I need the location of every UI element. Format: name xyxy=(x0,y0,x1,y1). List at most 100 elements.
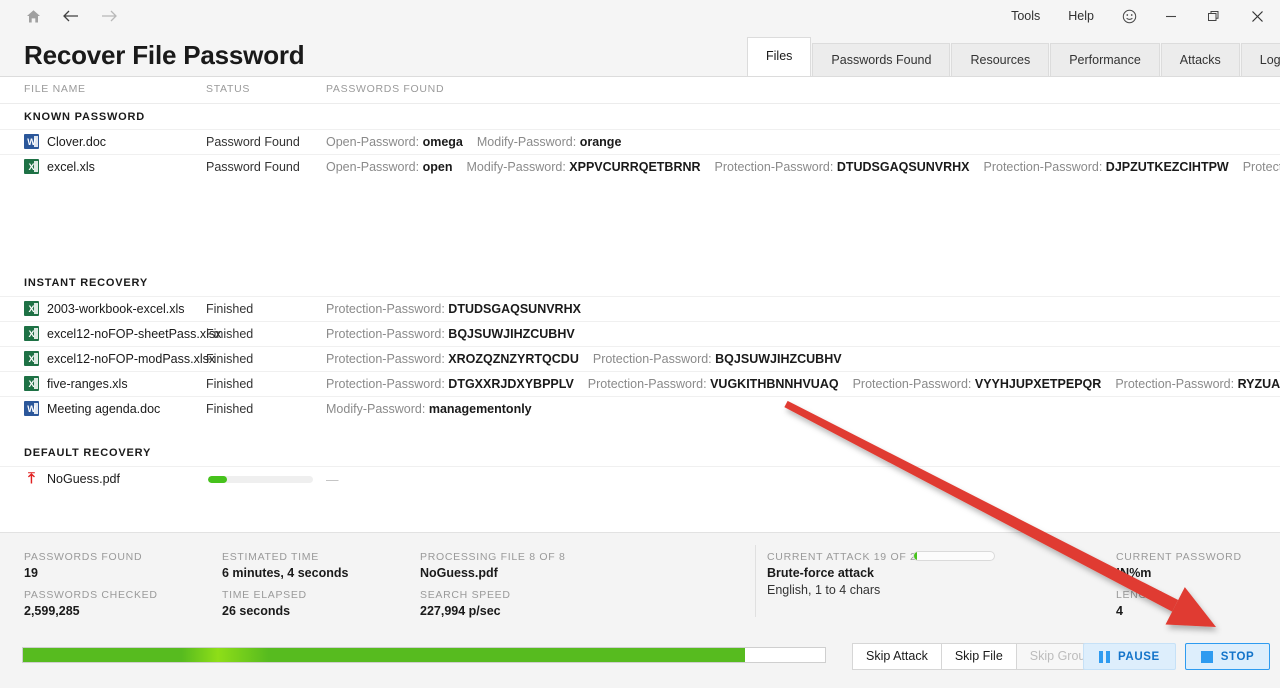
tab-log[interactable]: Log xyxy=(1240,43,1280,76)
file-name-cell: X excel.xls xyxy=(24,159,95,174)
stat-label: ESTIMATED TIME xyxy=(222,551,319,563)
status-cell: Finished xyxy=(206,377,254,391)
stat-value: 6 minutes, 4 seconds xyxy=(222,566,349,580)
table-row[interactable]: X five-ranges.xls Finished Protection-Pa… xyxy=(0,371,1280,397)
stat-processing-file: PROCESSING FILE 8 OF 8 NoGuess.pdf xyxy=(420,551,566,580)
password-label: Modify-Password: xyxy=(466,160,566,174)
column-headers: FILE NAME STATUS PASSWORDS FOUND xyxy=(0,77,1280,104)
file-name-text: 2003-workbook-excel.xls xyxy=(47,301,185,316)
column-header-file-name: FILE NAME xyxy=(24,83,86,95)
stat-value: 2,599,285 xyxy=(24,604,80,618)
word-file-icon: W xyxy=(24,401,39,416)
password-value: BQJSUWJIHZCUBHV xyxy=(715,352,842,366)
stop-button[interactable]: STOP xyxy=(1184,643,1271,670)
status-divider xyxy=(755,545,756,617)
passwords-cell: Open-Password: open Modify-Password: XPPV… xyxy=(326,160,1280,174)
column-header-passwords-found: PASSWORDS FOUND xyxy=(326,83,445,95)
excel-file-icon: X xyxy=(24,376,39,391)
stat-passwords-checked: PASSWORDS CHECKED 2,599,285 xyxy=(24,589,158,618)
password-label: Protection-Password: xyxy=(1242,160,1280,174)
maximize-icon[interactable] xyxy=(1192,0,1234,32)
file-list-panel: FILE NAME STATUS PASSWORDS FOUND KNOWN P… xyxy=(0,76,1280,532)
stat-value: 227,994 p/sec xyxy=(420,604,501,618)
table-row[interactable]: W Meeting agenda.doc Finished Modify-Pas… xyxy=(0,396,1280,422)
password-value: orange xyxy=(579,135,622,149)
password-value: VUGKITHBNNHVUAQ xyxy=(710,377,839,391)
window-actions: Tools Help xyxy=(997,0,1280,32)
back-icon[interactable] xyxy=(52,1,90,31)
stat-passwords-found: PASSWORDS FOUND 19 xyxy=(24,551,142,580)
password-value: DTGXXRJDXYBPPLV xyxy=(448,377,574,391)
minimize-icon[interactable] xyxy=(1150,0,1192,32)
smiley-icon[interactable] xyxy=(1108,0,1150,32)
table-row[interactable]: X excel12-noFOP-modPass.xlsx Finished Pr… xyxy=(0,346,1280,372)
password-label: Protection-Password: xyxy=(714,160,834,174)
empty-password-placeholder: — xyxy=(326,473,339,487)
passwords-cell: Protection-Password: DTUDSGAQSUNVRHX xyxy=(326,302,595,316)
excel-file-icon: X xyxy=(24,159,39,174)
group-title-instant-recovery: INSTANT RECOVERY xyxy=(24,277,149,289)
table-row[interactable]: X excel12-noFOP-sheetPass.xlsx Finished … xyxy=(0,321,1280,347)
status-cell: Finished xyxy=(206,302,254,316)
tab-attacks[interactable]: Attacks xyxy=(1160,43,1240,76)
password-label: Protection-Password: xyxy=(326,352,445,366)
status-cell: Finished xyxy=(206,327,254,341)
file-name-cell: X five-ranges.xls xyxy=(24,376,128,391)
password-value: omega xyxy=(422,135,463,149)
table-row[interactable]: X excel.xls Password Found Open-Password… xyxy=(0,154,1280,180)
stop-icon xyxy=(1200,650,1213,663)
tab-performance[interactable]: Performance xyxy=(1050,43,1160,76)
pause-icon xyxy=(1099,650,1110,663)
file-progress-bar xyxy=(208,476,313,483)
pdf-file-icon: ⤒ xyxy=(28,470,35,487)
stat-label: LENGTH xyxy=(1116,589,1163,601)
table-row[interactable]: X 2003-workbook-excel.xls Finished Prote… xyxy=(0,296,1280,322)
stat-label: PASSWORDS CHECKED xyxy=(24,589,158,601)
tools-menu[interactable]: Tools xyxy=(997,0,1054,32)
excel-file-icon: X xyxy=(24,351,39,366)
status-cell: Finished xyxy=(206,352,254,366)
password-label: Protection-Password: xyxy=(326,377,445,391)
password-value: VYYHJUPXETPEPQR xyxy=(974,377,1102,391)
passwords-cell: Open-Password: omega Modify-Password: ora… xyxy=(326,135,635,149)
tab-files[interactable]: Files xyxy=(747,37,812,76)
skip-file-button[interactable]: Skip File xyxy=(940,643,1017,670)
file-name-text: excel12-noFOP-sheetPass.xlsx xyxy=(47,326,222,341)
stat-value: 26 seconds xyxy=(222,604,291,618)
close-icon[interactable] xyxy=(1234,0,1280,32)
password-value: DJPZUTKEZCIHTPW xyxy=(1105,160,1229,174)
file-name-cell: W Meeting agenda.doc xyxy=(24,401,160,416)
overall-progress-fill xyxy=(23,648,745,662)
password-value: DTUDSGAQSUNVRHX xyxy=(836,160,970,174)
tab-passwords-found[interactable]: Passwords Found xyxy=(812,43,951,76)
password-value: XPPVCURRQETBRNR xyxy=(569,160,701,174)
playback-controls: PAUSE STOP xyxy=(1083,643,1271,670)
password-label: Protection-Password: xyxy=(852,377,972,391)
forward-icon[interactable] xyxy=(90,1,128,31)
stat-value: !N%m xyxy=(1116,566,1152,580)
password-label: Open-Password: xyxy=(326,160,420,174)
password-value: DTUDSGAQSUNVRHX xyxy=(448,302,581,316)
password-label: Modify-Password: xyxy=(326,402,426,416)
password-value: XROZQZNZYRTQCDU xyxy=(448,352,579,366)
stat-value: 19 xyxy=(24,566,38,580)
table-row[interactable]: W Clover.doc Password Found Open-Passwor… xyxy=(0,129,1280,155)
file-progress-fill xyxy=(208,476,227,483)
passwords-cell: Protection-Password: DTGXXRJDXYBPPLV Prot… xyxy=(326,377,1280,391)
table-row[interactable]: ⤒ NoGuess.pdf — xyxy=(0,466,1280,492)
help-menu[interactable]: Help xyxy=(1054,0,1108,32)
stat-value: Brute-force attack xyxy=(767,566,874,580)
password-value: managementonly xyxy=(428,402,532,416)
pause-button[interactable]: PAUSE xyxy=(1083,643,1176,670)
status-cell: Password Found xyxy=(206,160,300,174)
passwords-cell: Protection-Password: XROZQZNZYRTQCDU Prot… xyxy=(326,352,856,366)
tab-resources[interactable]: Resources xyxy=(951,43,1050,76)
group-title-known-password: KNOWN PASSWORD xyxy=(24,111,145,123)
file-name-cell: W Clover.doc xyxy=(24,134,106,149)
home-icon[interactable] xyxy=(14,1,52,31)
skip-attack-button[interactable]: Skip Attack xyxy=(852,643,942,670)
navigation-buttons xyxy=(0,1,128,31)
stat-subvalue: English, 1 to 4 chars xyxy=(767,583,881,597)
stat-search-speed: SEARCH SPEED 227,994 p/sec xyxy=(420,589,511,618)
overall-progress-bar xyxy=(22,647,826,663)
